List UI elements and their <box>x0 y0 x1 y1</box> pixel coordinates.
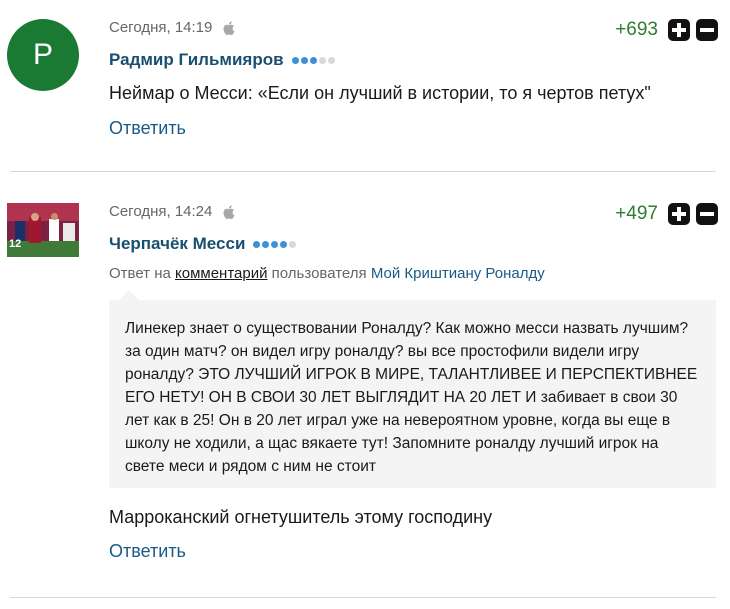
quoted-comment: Линекер знает о существовании Роналду? К… <box>109 290 716 488</box>
reply-comment-link[interactable]: комментарий <box>175 265 267 282</box>
reply-button[interactable]: Ответить <box>109 118 186 139</box>
rating-value: +497 <box>615 203 658 224</box>
comment: 12 Сегодня, 14:24 +497 Черпачёк Месси От… <box>0 173 730 609</box>
avatar[interactable]: 12 <box>7 203 79 257</box>
reply-user-link[interactable]: Мой Криштиану Роналду <box>371 265 545 282</box>
apple-icon <box>223 20 235 35</box>
minus-icon <box>700 28 714 32</box>
comment-text: Марроканский огнетушитель этому господин… <box>109 507 493 527</box>
avatar[interactable]: P <box>7 19 79 91</box>
svg-text:12: 12 <box>9 238 21 250</box>
timestamp: Сегодня, 14:19 <box>109 19 213 36</box>
rating-value: +693 <box>615 19 658 40</box>
author-block: Черпачёк Месси <box>109 234 297 254</box>
level-dot <box>262 240 270 248</box>
reply-to-prefix: Ответ на <box>109 265 176 282</box>
rating-block: +693 <box>615 19 718 41</box>
reply-to-middle: пользователя <box>267 265 371 282</box>
comment: P Сегодня, 14:19 +693 Радмир Гильмияров … <box>0 0 730 173</box>
author-block: Радмир Гильмияров <box>109 50 335 70</box>
comment-text: Неймар о Месси: «Если он лучший в истори… <box>109 83 651 103</box>
rating-block: +497 <box>615 203 718 225</box>
level-dot <box>318 56 326 64</box>
minus-icon <box>700 212 714 216</box>
downvote-button[interactable] <box>696 203 718 225</box>
level-dot <box>253 240 261 248</box>
author-name[interactable]: Радмир Гильмияров <box>109 50 284 70</box>
level-dot <box>327 56 335 64</box>
comment-meta: Сегодня, 14:19 <box>109 19 236 36</box>
level-dot <box>271 240 279 248</box>
avatar-photo-image: 12 <box>7 203 79 257</box>
upvote-button[interactable] <box>668 19 690 41</box>
upvote-button[interactable] <box>668 203 690 225</box>
quoted-comment-text: Линекер знает о существовании Роналду? К… <box>125 320 698 475</box>
level-dot <box>291 56 299 64</box>
reply-button[interactable]: Ответить <box>109 541 186 562</box>
author-name[interactable]: Черпачёк Месси <box>109 234 245 254</box>
level-dot <box>280 240 288 248</box>
comment-meta: Сегодня, 14:24 <box>109 203 236 220</box>
divider <box>10 597 716 598</box>
level-dot <box>300 56 308 64</box>
reply-to-line: Ответ на комментарий пользователя Мой Кр… <box>109 265 545 282</box>
divider <box>10 171 716 172</box>
level-indicator <box>291 56 335 64</box>
level-indicator <box>253 240 297 248</box>
timestamp: Сегодня, 14:24 <box>109 203 213 220</box>
level-dot <box>309 56 317 64</box>
apple-icon <box>223 204 235 219</box>
downvote-button[interactable] <box>696 19 718 41</box>
level-dot <box>289 240 297 248</box>
